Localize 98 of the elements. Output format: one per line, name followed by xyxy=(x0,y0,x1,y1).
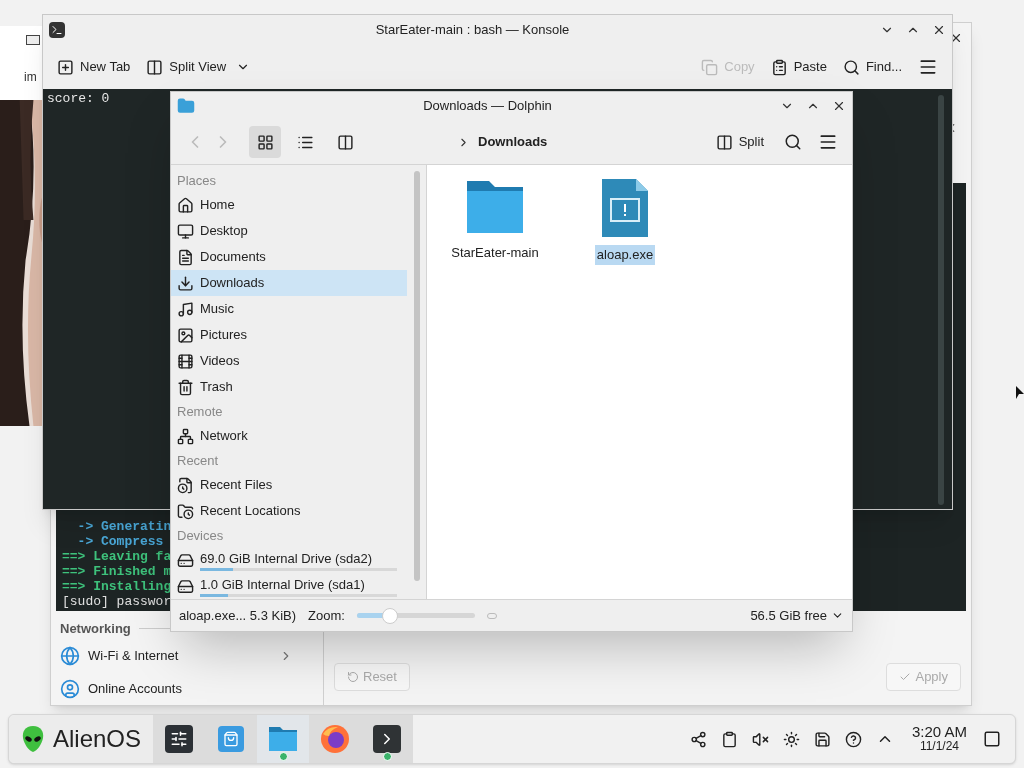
sidebar-item[interactable]: 1.0 GiB Internal Drive (sda1) xyxy=(171,573,407,599)
grid-view-icon xyxy=(256,133,274,151)
globe-icon xyxy=(60,646,80,667)
clock-date: 11/1/24 xyxy=(919,739,960,754)
paste-icon xyxy=(770,58,788,76)
toolbar-button[interactable]: Find... xyxy=(842,57,902,77)
status-text: aloap.exe... 5.3 KiB) xyxy=(179,606,297,625)
undo-icon xyxy=(347,671,359,683)
terminal-line: -> Generatin xyxy=(76,519,172,534)
section-heading: Remote xyxy=(177,402,223,421)
tree-view-icon xyxy=(336,133,354,151)
toolbar-button[interactable]: Split View xyxy=(146,57,251,77)
terminal-line: ==> Leaving fa xyxy=(62,549,172,564)
music-note-icon xyxy=(177,300,194,318)
sliders-icon xyxy=(165,725,194,753)
sidebar-item[interactable]: Downloads xyxy=(171,270,407,296)
monitor-icon xyxy=(177,222,194,240)
copy-icon xyxy=(701,58,719,76)
zoom-label: Zoom: xyxy=(308,606,345,625)
split-view-icon xyxy=(146,58,164,76)
show-desktop-icon[interactable] xyxy=(983,730,1001,748)
sidebar-item[interactable]: 69.0 GiB Internal Drive (sda2) xyxy=(171,547,407,573)
menu-icon[interactable] xyxy=(918,57,938,77)
drive-icon xyxy=(177,577,194,595)
sidebar-item[interactable]: Recent Locations xyxy=(171,498,407,524)
menu-icon[interactable] xyxy=(818,132,838,152)
terminal-line: ==> Installing xyxy=(62,579,172,594)
download-icon xyxy=(177,274,194,292)
sidebar-item[interactable]: Documents xyxy=(171,244,407,270)
settings-category[interactable]: Online Accounts xyxy=(60,672,323,705)
terminal-icon xyxy=(49,22,65,38)
clipboard-icon[interactable] xyxy=(720,730,738,748)
drive-label: 1.0 GiB Internal Drive (sda1) xyxy=(200,575,366,594)
sidebar-item[interactable]: Videos xyxy=(171,348,407,374)
section-heading: Devices xyxy=(177,526,224,545)
section-heading: Networking xyxy=(60,619,131,638)
image-icon xyxy=(177,326,194,344)
toolbar-button[interactable]: Paste xyxy=(770,57,827,77)
breadcrumb[interactable]: Downloads xyxy=(478,132,548,152)
search-icon[interactable] xyxy=(784,133,802,151)
terminal-icon xyxy=(373,725,402,753)
section-heading: Places xyxy=(177,171,217,190)
terminal-output: score: 0 xyxy=(47,91,110,107)
close-icon[interactable] xyxy=(932,23,946,37)
clock[interactable]: 3:20 AM 11/1/24 xyxy=(911,724,967,754)
zoom-slider[interactable] xyxy=(356,607,475,624)
free-space-button[interactable]: 56.5 GiB free xyxy=(750,605,844,626)
toolbar-button[interactable]: New Tab xyxy=(57,57,131,77)
sidebar-item[interactable]: Home xyxy=(171,192,407,218)
folder-icon xyxy=(465,179,525,235)
document-icon xyxy=(177,248,194,266)
fox-globe-icon xyxy=(320,724,351,754)
alien-icon xyxy=(21,725,45,753)
split-button[interactable]: Split xyxy=(715,132,764,152)
film-icon xyxy=(177,352,194,370)
home-icon xyxy=(177,196,194,214)
clock-file-icon xyxy=(177,476,194,494)
sidebar-item[interactable]: Desktop xyxy=(171,218,407,244)
folder-icon xyxy=(177,97,195,115)
split-icon xyxy=(715,133,733,151)
slider-handle[interactable] xyxy=(381,607,398,624)
file-name[interactable]: StarEater-main xyxy=(449,243,541,263)
account-icon xyxy=(60,678,80,699)
task-button[interactable] xyxy=(361,715,414,763)
window-title: Downloads — Dolphin xyxy=(422,97,553,116)
help-icon[interactable] xyxy=(844,730,862,748)
view-mode-button[interactable] xyxy=(249,126,281,158)
task-button[interactable] xyxy=(153,715,206,763)
sidebar-item[interactable]: Recent Files xyxy=(171,472,407,498)
terminal-line: [sudo] passwor xyxy=(62,594,172,609)
file-name[interactable]: aloap.exe xyxy=(594,245,656,265)
muted-speaker-icon[interactable] xyxy=(751,730,769,748)
trash-icon xyxy=(177,378,194,396)
settings-category[interactable]: Wi-Fi & Internet xyxy=(60,639,323,673)
shopping-bag-icon xyxy=(218,726,245,752)
search-icon xyxy=(842,58,860,76)
label-text: im xyxy=(24,69,37,86)
sidebar-item[interactable]: Network xyxy=(171,423,407,449)
clock-time: 3:20 AM xyxy=(911,724,967,739)
new-tab-icon xyxy=(57,58,74,76)
clock-folder-icon xyxy=(177,502,194,520)
share-icon[interactable] xyxy=(689,730,707,748)
folder-icon xyxy=(268,726,299,752)
sidebar-item[interactable]: Pictures xyxy=(171,322,407,348)
network-icon xyxy=(177,427,194,445)
window-title: StarEater-main : bash — Konsole xyxy=(374,21,571,40)
terminal-line: -> Compress xyxy=(76,534,164,549)
close-icon[interactable] xyxy=(832,99,846,113)
drive-label: 69.0 GiB Internal Drive (sda2) xyxy=(200,549,373,568)
drive-icon xyxy=(177,551,194,569)
section-heading: Recent xyxy=(177,451,219,470)
sidebar-item[interactable]: Music xyxy=(171,296,407,322)
launcher-button[interactable]: AlienOS xyxy=(9,715,154,763)
executable-file-icon xyxy=(602,179,648,237)
sidebar-item[interactable]: Trash xyxy=(171,374,407,400)
check-icon xyxy=(899,671,912,683)
app-icon xyxy=(26,35,40,45)
sun-icon[interactable] xyxy=(782,730,800,748)
